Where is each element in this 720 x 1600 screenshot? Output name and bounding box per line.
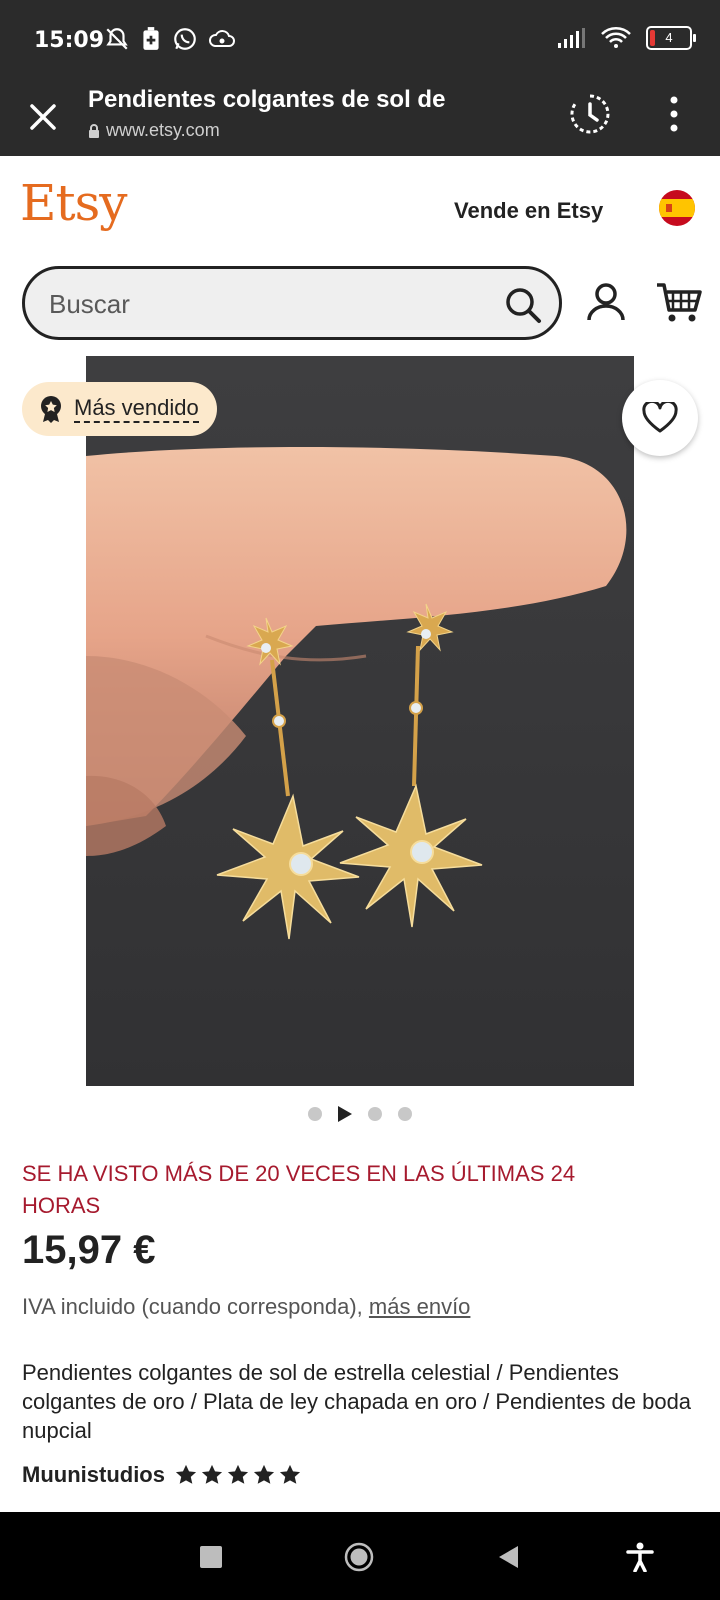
carousel-dot[interactable] — [398, 1107, 412, 1121]
lock-icon — [89, 123, 99, 138]
status-bar: 15:09 4 — [0, 0, 720, 84]
site-header: Etsy Vende en Etsy — [0, 156, 720, 356]
wifi-icon — [601, 27, 631, 48]
bestseller-label: Más vendido — [74, 395, 199, 423]
spain-flag-icon[interactable] — [659, 190, 695, 226]
battery-fill — [650, 30, 655, 46]
earrings-photo — [86, 447, 627, 940]
star-icon — [227, 1464, 249, 1484]
cloud-sync-icon — [209, 30, 235, 47]
favorite-button[interactable] — [622, 380, 698, 456]
shipping-link[interactable]: más envío — [369, 1294, 471, 1319]
home-icon[interactable] — [344, 1542, 374, 1572]
carousel-dot[interactable] — [308, 1107, 322, 1121]
whatsapp-icon — [174, 28, 196, 50]
accessibility-icon[interactable] — [626, 1542, 654, 1572]
star-icon — [175, 1464, 197, 1484]
bestseller-badge[interactable]: Más vendido — [22, 382, 217, 436]
url-text: www.etsy.com — [106, 120, 220, 140]
system-icons: 4 — [556, 26, 696, 50]
carousel-dot[interactable] — [368, 1107, 382, 1121]
etsy-logo[interactable]: Etsy — [20, 174, 127, 232]
product-title: Pendientes colgantes de sol de estrella … — [22, 1360, 692, 1443]
star-icon — [201, 1464, 223, 1484]
cart-icon[interactable] — [655, 280, 703, 324]
tax-text: IVA incluido (cuando corresponda), — [22, 1294, 363, 1319]
page-title: Pendientes colgantes de sol de — [88, 86, 446, 113]
page-url: www.etsy.com — [88, 120, 220, 141]
battery-level: 4 — [665, 30, 673, 45]
carousel-indicators — [0, 1104, 720, 1124]
bell-off-icon — [106, 28, 128, 50]
star-icon — [253, 1464, 275, 1484]
search-input[interactable] — [47, 283, 481, 325]
tax-info: IVA incluido (cuando corresponda), más e… — [22, 1294, 470, 1320]
system-nav-bar — [0, 1512, 720, 1600]
search-bar — [22, 266, 562, 340]
shop-info: Muunistudios — [22, 1462, 301, 1488]
browser-toolbar: Pendientes colgantes de sol de www.etsy.… — [0, 84, 720, 156]
award-icon — [41, 396, 61, 423]
account-icon[interactable] — [584, 280, 628, 324]
recent-apps-icon[interactable] — [200, 1546, 222, 1568]
status-time: 15:09 — [34, 28, 105, 53]
product-price: 15,97 € — [22, 1228, 156, 1272]
close-icon[interactable] — [22, 96, 64, 138]
notification-icons — [104, 26, 236, 52]
product-gallery: Más vendido — [0, 356, 720, 1094]
rating-stars[interactable] — [175, 1464, 301, 1486]
shop-name[interactable]: Muunistudios — [22, 1462, 165, 1488]
heart-icon — [642, 402, 678, 433]
more-vert-icon[interactable] — [660, 92, 688, 136]
signal-icon — [558, 28, 585, 48]
search-icon[interactable] — [501, 283, 545, 327]
battery-saver-icon — [143, 27, 159, 50]
video-play-indicator-icon[interactable] — [338, 1106, 352, 1122]
product-image[interactable] — [86, 356, 634, 1086]
star-icon — [279, 1464, 301, 1484]
views-notice: SE HA VISTO MÁS DE 20 VECES EN LAS ÚLTIM… — [22, 1161, 576, 1218]
back-icon[interactable] — [496, 1544, 520, 1570]
right-earring — [339, 603, 483, 928]
sell-on-etsy-link[interactable]: Vende en Etsy — [454, 198, 603, 224]
history-icon[interactable] — [566, 90, 614, 138]
battery-icon: 4 — [646, 26, 696, 50]
